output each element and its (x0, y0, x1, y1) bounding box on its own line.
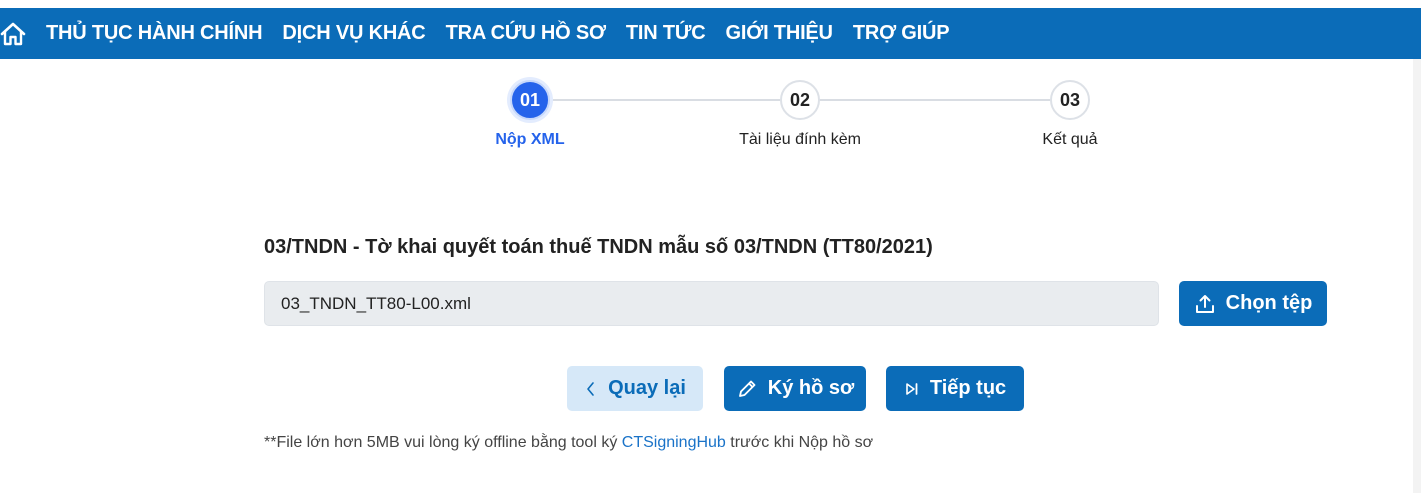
nav-item-tin-tuc[interactable]: TIN TỨC (626, 22, 706, 45)
upload-icon (1194, 293, 1216, 315)
nav-item-tra-cuu-ho-so[interactable]: TRA CỨU HỒ SƠ (446, 22, 607, 45)
nav-item-dich-vu-khac[interactable]: DỊCH VỤ KHÁC (282, 22, 425, 45)
chevron-left-icon (584, 380, 598, 398)
nav-item-tro-giup[interactable]: TRỢ GIÚP (853, 22, 950, 45)
pencil-icon (736, 378, 758, 400)
step-3-circle: 03 (1050, 80, 1090, 120)
step-connector (800, 99, 1050, 101)
next-label: Tiếp tục (929, 377, 1007, 399)
choose-file-label: Chọn tệp (1225, 292, 1313, 314)
next-button[interactable]: Tiếp tục (886, 366, 1024, 411)
nav-item-thu-tuc-hanh-chinh[interactable]: THỦ TỤC HÀNH CHÍNH (46, 22, 263, 45)
skip-next-icon (904, 381, 920, 397)
note-prefix: **File lớn hơn 5MB vui lòng ký offline b… (264, 434, 622, 451)
top-strip (0, 0, 1421, 8)
file-name-field[interactable] (264, 281, 1159, 326)
nav-menu: THỦ TỤC HÀNH CHÍNH DỊCH VỤ KHÁC TRA CỨU … (46, 8, 969, 59)
home-icon[interactable] (0, 21, 26, 47)
step-2-label: Tài liệu đính kèm (739, 131, 861, 148)
step-3-label: Kết quả (1042, 131, 1098, 148)
step-connector (530, 99, 780, 101)
note-suffix: trước khi Nộp hồ sơ (725, 434, 874, 451)
scrollbar-track[interactable] (1413, 59, 1421, 493)
progress-stepper: 01 02 03 Nộp XML Tài liệu đính kèm Kết q… (470, 80, 1170, 160)
step-1-label: Nộp XML (495, 131, 565, 148)
step-1-circle: 01 (510, 80, 550, 120)
sign-button[interactable]: Ký hồ sơ (724, 366, 866, 411)
back-label: Quay lại (608, 377, 686, 399)
main-navbar: THỦ TỤC HÀNH CHÍNH DỊCH VỤ KHÁC TRA CỨU … (0, 8, 1421, 59)
choose-file-button[interactable]: Chọn tệp (1179, 281, 1327, 326)
nav-item-gioi-thieu[interactable]: GIỚI THIỆU (726, 22, 833, 45)
back-button[interactable]: Quay lại (567, 366, 703, 411)
file-size-note: **File lớn hơn 5MB vui lòng ký offline b… (264, 434, 873, 452)
ctsigninghub-link[interactable]: CTSigningHub (622, 434, 726, 451)
step-2-circle: 02 (780, 80, 820, 120)
sign-label: Ký hồ sơ (767, 377, 855, 399)
form-title: 03/TNDN - Tờ khai quyết toán thuế TNDN m… (264, 236, 933, 258)
